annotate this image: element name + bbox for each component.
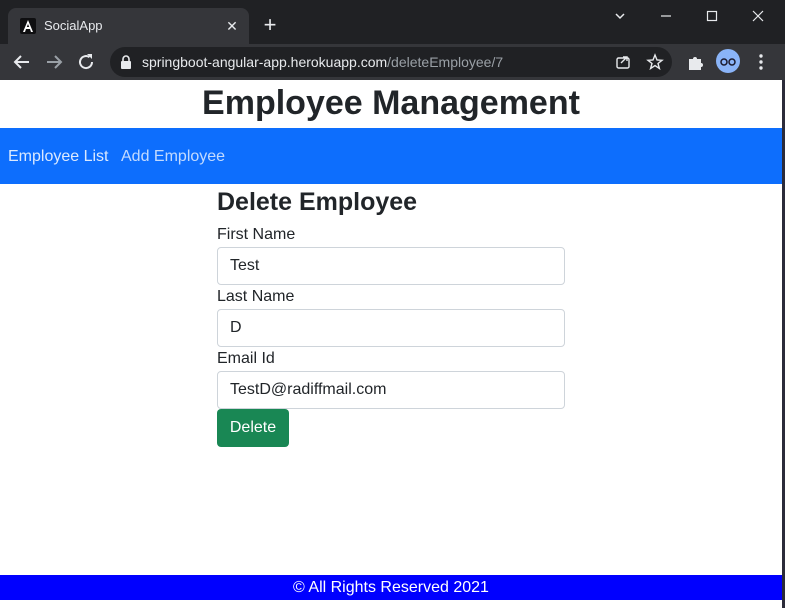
browser-tab[interactable]: SocialApp ✕ [8, 8, 249, 44]
browser-tabstrip: SocialApp ✕ + [0, 0, 785, 44]
new-tab-icon[interactable]: + [258, 14, 282, 38]
email-label: Email Id [217, 350, 275, 367]
url-path: /deleteEmployee/7 [387, 54, 504, 70]
extensions-puzzle-icon[interactable] [685, 51, 707, 73]
profile-avatar[interactable] [716, 49, 740, 73]
tab-close-icon[interactable]: ✕ [222, 16, 242, 36]
first-name-field[interactable] [217, 247, 565, 285]
url-text[interactable]: springboot-angular-app.herokuapp.com/del… [142, 54, 503, 70]
reload-icon[interactable] [74, 50, 98, 74]
minimize-icon[interactable] [646, 4, 686, 28]
tab-title: SocialApp [44, 18, 103, 33]
footer: © All Rights Reserved 2021 [0, 575, 782, 600]
tab-search-icon[interactable] [600, 4, 640, 28]
browser-menu-icon[interactable] [750, 51, 772, 73]
back-arrow-icon[interactable] [10, 50, 34, 74]
angular-favicon-icon [20, 18, 36, 34]
nav-link-add-employee[interactable]: Add Employee [121, 147, 225, 167]
browser-toolbar: springboot-angular-app.herokuapp.com/del… [0, 44, 785, 80]
first-name-label: First Name [217, 226, 296, 243]
page-title: Employee Management [202, 84, 580, 122]
navbar: Employee List Add Employee [0, 128, 782, 184]
delete-button[interactable]: Delete [217, 409, 289, 447]
lock-icon[interactable] [120, 55, 132, 69]
page-viewport: Employee Management Employee List Add Em… [0, 80, 782, 608]
address-bar[interactable]: springboot-angular-app.herokuapp.com/del… [110, 47, 672, 77]
profile-icon [720, 58, 736, 66]
bookmark-star-icon[interactable] [645, 52, 665, 72]
form-heading: Delete Employee [217, 188, 418, 216]
close-window-icon[interactable] [738, 4, 778, 28]
last-name-label: Last Name [217, 288, 295, 305]
forward-arrow-icon[interactable] [42, 50, 66, 74]
last-name-field[interactable] [217, 309, 565, 347]
nav-link-employee-list[interactable]: Employee List [8, 147, 109, 167]
share-icon[interactable] [613, 52, 633, 72]
email-field[interactable] [217, 371, 565, 409]
maximize-icon[interactable] [692, 4, 732, 28]
url-host: springboot-angular-app.herokuapp.com [142, 54, 388, 70]
